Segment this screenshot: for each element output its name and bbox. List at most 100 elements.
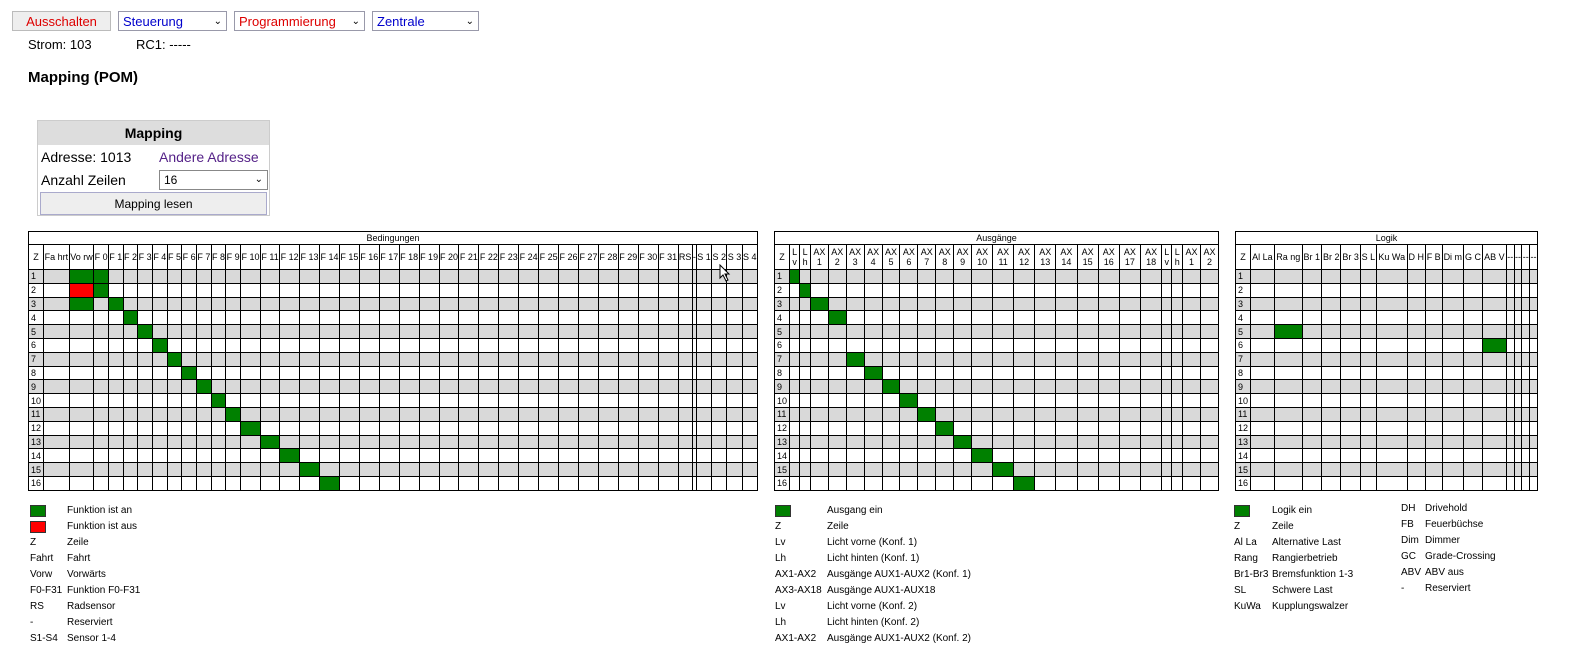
mapping-cell[interactable] (1140, 310, 1163, 326)
mapping-cell[interactable] (809, 351, 829, 367)
mapping-cell[interactable] (881, 310, 901, 326)
mapping-cell[interactable] (1171, 310, 1184, 326)
mapping-cell[interactable] (1340, 406, 1361, 422)
mapping-cell[interactable] (741, 310, 759, 326)
mapping-cell[interactable] (166, 379, 183, 395)
mapping-cell[interactable] (68, 337, 95, 353)
mapping-cell[interactable] (741, 434, 759, 450)
mapping-cell[interactable] (166, 351, 183, 367)
mapping-cell[interactable] (637, 448, 659, 464)
mapping-cell[interactable] (478, 337, 500, 353)
mapping-cell[interactable] (917, 324, 937, 339)
mapping-cell[interactable] (953, 310, 973, 326)
mapping-cell[interactable] (597, 393, 619, 408)
mapping-cell[interactable] (1359, 324, 1377, 339)
mapping-cell[interactable] (538, 365, 560, 381)
mapping-cell[interactable] (498, 379, 520, 395)
mapping-cell[interactable] (1182, 337, 1202, 353)
mapping-cell[interactable] (1200, 269, 1219, 284)
mapping-cell[interactable] (259, 434, 281, 450)
mapping-cell[interactable] (695, 475, 713, 491)
mapping-cell[interactable] (1513, 282, 1523, 298)
mapping-cell[interactable] (1118, 351, 1142, 367)
mapping-cell[interactable] (741, 337, 759, 353)
mapping-cell[interactable] (240, 296, 261, 312)
mapping-cell[interactable] (358, 379, 380, 395)
mapping-cell[interactable] (1521, 448, 1531, 464)
mapping-cell[interactable] (358, 324, 380, 339)
mapping-cell[interactable] (741, 393, 759, 408)
mapping-cell[interactable] (1097, 351, 1120, 367)
mapping-cell[interactable] (788, 462, 801, 477)
mapping-cell[interactable] (1441, 282, 1465, 298)
mapping-cell[interactable] (338, 324, 360, 339)
mapping-cell[interactable] (1171, 434, 1184, 450)
mapping-cell[interactable] (637, 420, 659, 436)
mapping-cell[interactable] (1320, 379, 1342, 395)
mapping-cell[interactable] (1118, 282, 1142, 298)
mapping-cell[interactable] (151, 351, 168, 367)
mapping-cell[interactable] (1505, 393, 1515, 408)
mapping-cell[interactable] (1513, 475, 1523, 491)
mapping-cell[interactable] (1463, 393, 1483, 408)
mapping-cell[interactable] (478, 365, 500, 381)
mapping-cell[interactable] (1301, 420, 1323, 436)
mapping-cell[interactable] (1320, 269, 1342, 284)
mapping-cell[interactable] (1250, 475, 1275, 491)
mapping-cell[interactable] (498, 351, 520, 367)
mapping-cell[interactable] (799, 462, 811, 477)
mapping-cell[interactable] (43, 324, 70, 339)
mapping-cell[interactable] (881, 448, 901, 464)
mapping-cell[interactable] (1359, 351, 1377, 367)
mapping-cell[interactable] (1320, 365, 1342, 381)
mapping-cell[interactable] (1034, 310, 1057, 326)
mapping-cell[interactable] (845, 365, 865, 381)
mapping-cell[interactable] (1076, 379, 1099, 395)
mapping-cell[interactable] (899, 337, 919, 353)
mapping-cell[interactable] (558, 337, 579, 353)
mapping-cell[interactable] (1521, 420, 1531, 436)
mapping-cell[interactable] (225, 282, 242, 298)
mapping-cell[interactable] (1097, 310, 1120, 326)
mapping-cell[interactable] (478, 448, 500, 464)
mapping-cell[interactable] (478, 393, 500, 408)
mapping-cell[interactable] (1301, 434, 1323, 450)
mapping-cell[interactable] (1359, 448, 1377, 464)
mapping-cell[interactable] (319, 462, 340, 477)
mapping-cell[interactable] (225, 462, 242, 477)
mapping-cell[interactable] (1161, 282, 1173, 298)
mapping-cell[interactable] (1424, 420, 1443, 436)
mapping-cell[interactable] (151, 462, 168, 477)
mapping-cell[interactable] (1481, 379, 1507, 395)
mapping-cell[interactable] (617, 475, 639, 491)
mapping-cell[interactable] (1375, 310, 1408, 326)
mapping-cell[interactable] (577, 337, 599, 353)
mapping-cell[interactable] (935, 420, 955, 436)
mapping-cell[interactable] (711, 393, 728, 408)
mapping-cell[interactable] (418, 365, 440, 381)
mapping-cell[interactable] (240, 310, 261, 326)
mapping-cell[interactable] (597, 462, 619, 477)
mapping-cell[interactable] (935, 379, 955, 395)
mapping-cell[interactable] (677, 310, 693, 326)
mapping-cell[interactable] (122, 379, 139, 395)
mapping-cell[interactable] (1012, 462, 1036, 477)
mapping-cell[interactable] (398, 448, 420, 464)
mapping-cell[interactable] (458, 269, 480, 284)
mapping-cell[interactable] (438, 448, 460, 464)
mapping-cell[interactable] (1140, 393, 1163, 408)
mapping-cell[interactable] (953, 269, 973, 284)
mapping-cell[interactable] (1441, 324, 1465, 339)
mapping-cell[interactable] (181, 310, 197, 326)
mapping-cell[interactable] (398, 393, 420, 408)
mapping-cell[interactable] (319, 269, 340, 284)
mapping-cell[interactable] (1182, 282, 1202, 298)
mapping-cell[interactable] (799, 393, 811, 408)
mapping-cell[interactable] (711, 337, 728, 353)
mapping-cell[interactable] (279, 475, 301, 491)
mapping-cell[interactable] (1200, 475, 1219, 491)
mapping-cell[interactable] (225, 475, 242, 491)
mapping-cell[interactable] (695, 420, 713, 436)
mapping-cell[interactable] (43, 351, 70, 367)
mapping-cell[interactable] (1505, 351, 1515, 367)
